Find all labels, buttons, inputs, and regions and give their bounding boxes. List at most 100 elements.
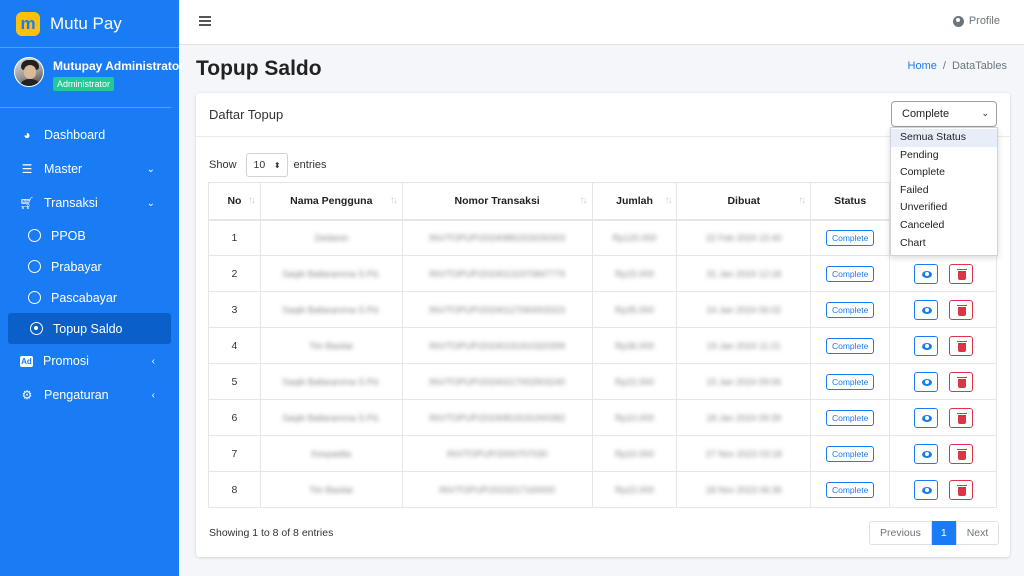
status-filter-select[interactable]: Complete ⌄ (891, 101, 997, 127)
created-date-cell: 22 Feb 2024 15:40 (676, 219, 812, 256)
entries-suffix: entries (293, 159, 327, 171)
amount-cell: Rp22.000 (591, 471, 678, 508)
column-header-jumlah[interactable]: Jumlah ↑↓ (591, 182, 678, 221)
sidebar-item-pascabayar[interactable]: Pascabayar (0, 282, 171, 313)
actions-cell (889, 435, 997, 472)
actions-cell (889, 255, 997, 292)
user-name-cell: Kespadila (259, 435, 403, 472)
menu-toggle-icon[interactable] (199, 16, 211, 26)
view-button[interactable] (913, 299, 938, 320)
status-option[interactable]: Complete (891, 164, 997, 182)
sidebar-item-label: Master (44, 162, 83, 176)
user-name-cell: Saqib Ballaramma S.Pd. (259, 291, 403, 328)
sidebar-item-promosi[interactable]: Ad Promosi ‹ (0, 344, 171, 378)
created-date-cell: 24 Jan 2024 06:02 (676, 291, 812, 328)
breadcrumb: Home / DataTables (908, 60, 1007, 72)
delete-button[interactable] (948, 407, 973, 428)
sidebar-item-ppob[interactable]: PPOB (0, 220, 171, 251)
table-row: 4 Tiin Basilar INV/TOPUP/20240191910320399… (208, 327, 997, 364)
eye-icon (921, 270, 932, 278)
pagination-previous[interactable]: Previous (869, 521, 932, 545)
sidebar-item-pengaturan[interactable]: ⚙ Pengaturan ‹ (0, 378, 171, 412)
trash-icon (956, 340, 967, 352)
status-option[interactable]: Chart (891, 235, 997, 253)
row-number: 3 (208, 291, 261, 328)
user-role-badge: Administrator (53, 77, 115, 91)
delete-button[interactable] (948, 479, 973, 500)
delete-button[interactable] (948, 335, 973, 356)
trash-icon (956, 376, 967, 388)
profile-link[interactable]: Profile (952, 15, 1000, 27)
sort-icon: ↑↓ (664, 195, 672, 206)
column-header-no[interactable]: No ↑↓ (208, 182, 261, 221)
sidebar-item-transaksi[interactable]: 🛒︎ Transaksi ⌄ (0, 186, 171, 220)
column-header-nama-pengguna[interactable]: Nama Pengguna ↑↓ (259, 182, 403, 221)
status-option[interactable]: Canceled (891, 217, 997, 235)
user-name-cell: Tiin Basilar (259, 327, 403, 364)
view-button[interactable] (913, 407, 938, 428)
actions-cell (889, 327, 997, 364)
table-row: 1 Zeidanin INV/TOPUP/20240881915030303 Rp12… (208, 219, 997, 256)
status-cell: Complete (810, 471, 891, 508)
view-button[interactable] (913, 479, 938, 500)
sidebar-item-topup-saldo[interactable]: Topup Saldo (8, 313, 171, 344)
breadcrumb-current: DataTables (951, 60, 1007, 72)
avatar[interactable] (14, 57, 44, 87)
sidebar-nav: ◕ Dashboard ☰ Master ⌄ 🛒︎ Transaksi ⌄ PP… (0, 108, 179, 412)
status-option[interactable]: Failed (891, 182, 997, 200)
view-button[interactable] (913, 263, 938, 284)
status-option[interactable]: Unverified (891, 199, 997, 217)
delete-button[interactable] (948, 443, 973, 464)
transaction-number-cell: INV/TOPUP/20240881915030303 (401, 219, 593, 256)
sidebar-item-dashboard[interactable]: ◕ Dashboard (0, 118, 171, 152)
status-badge: Complete (825, 229, 875, 246)
table-row: 3 Saqib Ballaramma S.Pd. INV/TOPUP/2024012… (208, 291, 997, 328)
pagination: Previous 1 Next (869, 521, 1000, 545)
view-button[interactable] (913, 371, 938, 392)
column-header-nomor-transaksi[interactable]: Nomor Transaksi ↑↓ (401, 182, 593, 221)
amount-cell: Rp120.000 (591, 219, 678, 256)
eye-icon (921, 342, 932, 350)
view-button[interactable] (913, 335, 938, 356)
status-cell: Complete (810, 363, 891, 400)
status-badge: Complete (825, 265, 875, 282)
delete-button[interactable] (948, 371, 973, 392)
show-entries: Show 10 ⬍ entries (209, 153, 327, 177)
user-name-cell: Tiin Basilar (259, 471, 403, 508)
sidebar-item-prabayar[interactable]: Prabayar (0, 251, 171, 282)
row-number: 5 (208, 363, 261, 400)
chevron-down-icon: ⌄ (146, 197, 155, 209)
chevron-down-icon: ⌄ (981, 108, 989, 118)
sidebar-item-label: Prabayar (51, 259, 102, 274)
entries-length-select[interactable]: 10 ⬍ (245, 153, 288, 177)
status-option[interactable]: Pending (891, 147, 997, 165)
delete-button[interactable] (948, 263, 973, 284)
brand[interactable]: m Mutu Pay (0, 0, 179, 48)
breadcrumb-home-link[interactable]: Home (908, 60, 937, 72)
column-header-status[interactable]: Status (810, 182, 891, 221)
amount-cell: Rp10.000 (591, 399, 678, 436)
row-number: 7 (208, 435, 261, 472)
top-navbar: Profile (179, 0, 1024, 45)
view-button[interactable] (913, 443, 938, 464)
user-name[interactable]: Mutupay Administrator (53, 59, 184, 73)
column-header-dibuat[interactable]: Dibuat ↑↓ (676, 182, 812, 221)
pagination-next[interactable]: Next (955, 521, 1000, 545)
actions-cell (889, 291, 997, 328)
status-cell: Complete (810, 327, 891, 364)
created-date-cell: 15 Jan 2024 09:06 (676, 363, 812, 400)
database-icon: ☰ (21, 162, 33, 176)
transaction-number-cell: INV/TOPUP/20240191910320399 (401, 327, 593, 364)
amount-cell: Rp10.000 (591, 435, 678, 472)
trash-icon (956, 412, 967, 424)
sidebar: m Mutu Pay Mutupay Administrator Adminis… (0, 0, 184, 576)
topup-table: No ↑↓ Nama Pengguna ↑↓ Nomor Transaksi ↑↓ J… (208, 182, 997, 508)
status-option[interactable]: Semua Status (891, 129, 997, 147)
status-dropdown-list: Semua Status Pending Complete Failed Unverif… (890, 127, 998, 257)
brand-logo: m (16, 11, 40, 36)
amount-cell: Rp22.000 (591, 363, 678, 400)
status-badge: Complete (825, 337, 875, 354)
pagination-page-1[interactable]: 1 (931, 521, 956, 545)
delete-button[interactable] (948, 299, 973, 320)
sidebar-item-master[interactable]: ☰ Master ⌄ (0, 152, 171, 186)
